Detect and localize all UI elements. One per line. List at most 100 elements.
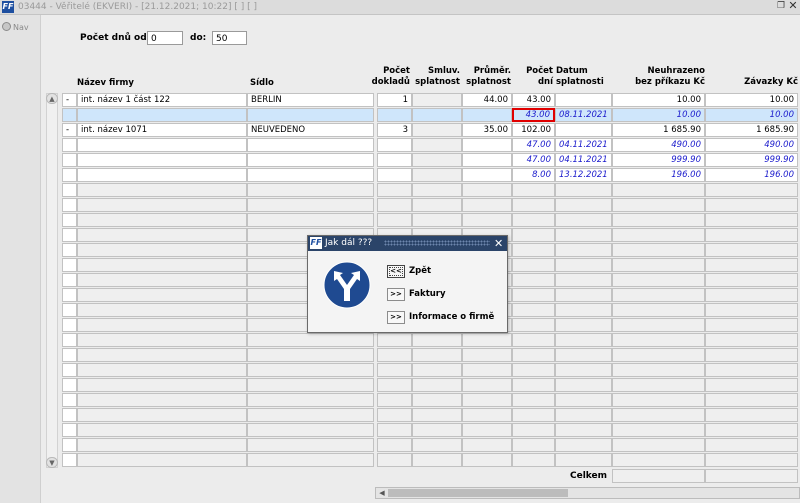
cell-due[interactable]: 04.11.2021 — [555, 138, 612, 152]
cell-days[interactable] — [512, 273, 555, 287]
cell-days[interactable]: 47.00 — [512, 153, 555, 167]
restore-icon[interactable]: ❐ — [776, 1, 786, 12]
col-header-due-2[interactable]: splatnosti — [556, 77, 604, 88]
cell-due[interactable]: 04.11.2021 — [555, 153, 612, 167]
cell-firm[interactable] — [77, 168, 247, 182]
cell-liab[interactable] — [705, 438, 798, 452]
cell-contract[interactable] — [412, 183, 462, 197]
cell-liab[interactable] — [705, 423, 798, 437]
cell-avg[interactable]: 44.00 — [462, 93, 512, 107]
cell-days[interactable] — [512, 228, 555, 242]
cell-marker[interactable] — [62, 183, 77, 197]
cell-unpaid[interactable]: 1 685.90 — [612, 123, 705, 137]
cell-marker[interactable] — [62, 333, 77, 347]
cell-liab[interactable] — [705, 453, 798, 467]
cell-days[interactable] — [512, 348, 555, 362]
invoices-button[interactable]: >> — [387, 288, 405, 301]
cell-unpaid[interactable]: 10.00 — [612, 108, 705, 122]
cell-seat[interactable]: NEUVEDENO — [247, 123, 374, 137]
cell-unpaid[interactable] — [612, 213, 705, 227]
cell-firm[interactable] — [77, 393, 247, 407]
cell-unpaid[interactable] — [612, 198, 705, 212]
cell-firm[interactable] — [77, 408, 247, 422]
cell-avg[interactable] — [462, 213, 512, 227]
cell-liab[interactable] — [705, 363, 798, 377]
col-header-days-1[interactable]: Počet — [513, 66, 553, 77]
cell-seat[interactable] — [247, 348, 374, 362]
cell-unpaid[interactable] — [612, 228, 705, 242]
cell-unpaid[interactable] — [612, 423, 705, 437]
cell-due[interactable] — [555, 318, 612, 332]
cell-firm[interactable] — [77, 333, 247, 347]
cell-liab[interactable]: 196.00 — [705, 168, 798, 182]
cell-contract[interactable] — [412, 348, 462, 362]
cell-firm[interactable] — [77, 213, 247, 227]
cell-firm[interactable] — [77, 108, 247, 122]
cell-unpaid[interactable] — [612, 243, 705, 257]
cell-marker[interactable] — [62, 393, 77, 407]
col-header-docs-2[interactable]: dokladů — [370, 77, 410, 88]
cell-contract[interactable] — [412, 438, 462, 452]
cell-docs[interactable] — [377, 168, 412, 182]
cell-contract[interactable] — [412, 378, 462, 392]
cell-seat[interactable] — [247, 108, 374, 122]
cell-contract[interactable] — [412, 213, 462, 227]
cell-avg[interactable] — [462, 153, 512, 167]
cell-firm[interactable] — [77, 138, 247, 152]
cell-liab[interactable] — [705, 348, 798, 362]
cell-days[interactable] — [512, 393, 555, 407]
cell-days[interactable] — [512, 453, 555, 467]
cell-unpaid[interactable] — [612, 288, 705, 302]
cell-due[interactable] — [555, 288, 612, 302]
cell-contract[interactable] — [412, 93, 462, 107]
cell-avg[interactable] — [462, 438, 512, 452]
cell-avg[interactable]: 35.00 — [462, 123, 512, 137]
cell-marker[interactable] — [62, 273, 77, 287]
close-icon[interactable]: ✕ — [788, 0, 798, 12]
cell-contract[interactable] — [412, 198, 462, 212]
cell-days[interactable] — [512, 303, 555, 317]
cell-liab[interactable] — [705, 243, 798, 257]
cell-docs[interactable] — [377, 198, 412, 212]
cell-liab[interactable] — [705, 228, 798, 242]
cell-contract[interactable] — [412, 423, 462, 437]
col-header-unpaid-1[interactable]: Neuhrazeno — [613, 66, 705, 77]
cell-liab[interactable] — [705, 198, 798, 212]
cell-liab[interactable] — [705, 213, 798, 227]
col-header-seat[interactable]: Sídlo — [250, 78, 274, 89]
cell-days[interactable]: 43.00 — [512, 93, 555, 107]
scroll-down-icon[interactable]: ▼ — [46, 457, 58, 468]
cell-seat[interactable] — [247, 168, 374, 182]
cell-unpaid[interactable] — [612, 333, 705, 347]
company-info-label[interactable]: Informace o firmě — [409, 311, 494, 324]
cell-due[interactable] — [555, 213, 612, 227]
cell-avg[interactable] — [462, 198, 512, 212]
cell-avg[interactable] — [462, 333, 512, 347]
cell-marker[interactable] — [62, 363, 77, 377]
cell-marker[interactable] — [62, 168, 77, 182]
cell-avg[interactable] — [462, 363, 512, 377]
cell-days[interactable]: 43.00 — [512, 108, 555, 122]
cell-marker[interactable] — [62, 258, 77, 272]
col-header-avg-2[interactable]: splatnost — [463, 77, 511, 88]
cell-liab[interactable] — [705, 393, 798, 407]
cell-firm[interactable] — [77, 243, 247, 257]
col-header-days-2[interactable]: dní — [513, 77, 553, 88]
cell-seat[interactable] — [247, 213, 374, 227]
cell-marker[interactable] — [62, 198, 77, 212]
cell-contract[interactable] — [412, 363, 462, 377]
cell-docs[interactable] — [377, 408, 412, 422]
cell-firm[interactable] — [77, 273, 247, 287]
col-header-liab[interactable]: Závazky Kč — [706, 77, 798, 88]
cell-due[interactable] — [555, 438, 612, 452]
cell-due[interactable]: 13.12.2021 — [555, 168, 612, 182]
dialog-drag-handle[interactable] — [384, 240, 490, 246]
cell-avg[interactable] — [462, 378, 512, 392]
cell-marker[interactable] — [62, 108, 77, 122]
cell-unpaid[interactable]: 196.00 — [612, 168, 705, 182]
cell-marker[interactable] — [62, 438, 77, 452]
cell-due[interactable] — [555, 408, 612, 422]
cell-seat[interactable] — [247, 138, 374, 152]
cell-firm[interactable] — [77, 348, 247, 362]
cell-unpaid[interactable] — [612, 303, 705, 317]
